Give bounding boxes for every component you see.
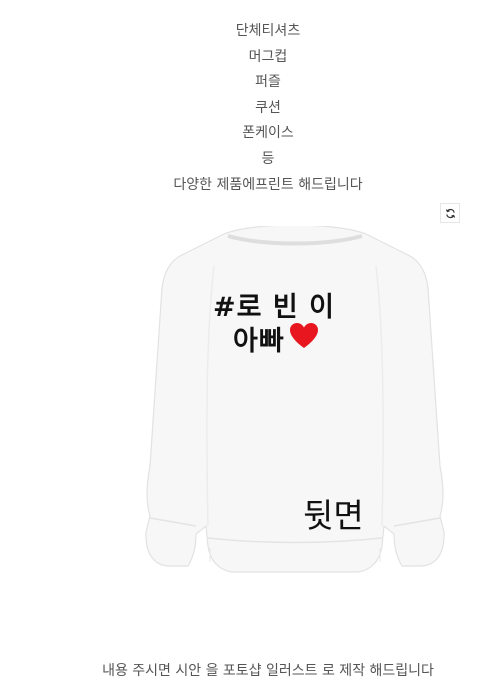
heart-icon — [290, 323, 318, 348]
product-item: 단체티셔츠 — [235, 23, 301, 39]
refresh-icon — [445, 208, 455, 218]
back-side-label: 뒷면 — [303, 496, 364, 535]
print-text-dad: 아빠 — [233, 326, 285, 357]
product-tagline: 다양한 제품에프린트 해드립니다 — [173, 176, 363, 193]
footer-note: 내용 주시면 시안 을 포토샵 일러스트 로 제작 해드립니다 — [102, 663, 434, 679]
product-item: 쿠션 — [255, 99, 281, 116]
product-item: 퍼즐 — [255, 74, 281, 91]
product-list: 단체티셔츠 머그컵 퍼즐 쿠션 폰케이스 등 다양한 제품에프린트 해드립니다 — [0, 19, 500, 198]
product-item: 머그컵 — [248, 48, 288, 65]
product-item: 폰케이스 — [242, 125, 294, 142]
sweatshirt-image — [145, 226, 445, 573]
sweatshirt-body — [145, 226, 445, 573]
product-item: 등 — [261, 150, 275, 167]
refresh-button[interactable] — [440, 203, 460, 223]
